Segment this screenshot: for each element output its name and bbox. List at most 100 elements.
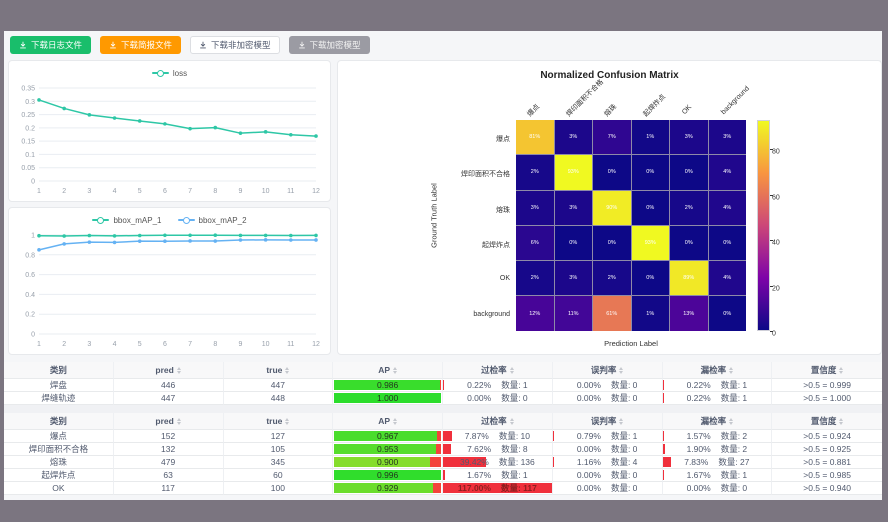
misjudge-rate-cell: 0.00%数量: 0 (553, 443, 663, 456)
column-header-误判率[interactable]: 误判率 (553, 413, 663, 430)
sort-caret-icon[interactable] (285, 416, 289, 427)
misjudge-rate-cell: 0.00%数量: 0 (553, 469, 663, 482)
svg-text:3: 3 (87, 341, 91, 348)
class-name-cell: 焊缝轨迹 (4, 392, 114, 405)
overkill-rate-cell: 0.22%数量: 1 (443, 379, 553, 392)
svg-text:0.3: 0.3 (25, 99, 35, 106)
column-header-pred[interactable]: pred (114, 413, 224, 430)
rate-count: 数量: 117 (501, 482, 537, 494)
sort-caret-icon[interactable] (393, 365, 397, 376)
ap-cell: 0.986 (333, 379, 443, 392)
table-row: OK1171000.929117.00%数量: 1170.00%数量: 00.0… (4, 482, 882, 495)
download-button-0[interactable]: 下载日志文件 (10, 36, 91, 54)
loss-chart-card: loss 00.050.10.150.20.250.30.35123456789… (8, 60, 331, 202)
loss-chart: 00.050.10.150.20.250.30.3512345678910111… (9, 82, 328, 197)
download-button-2[interactable]: 下载非加密模型 (190, 36, 280, 54)
confidence-cell: >0.5 = 0.940 (772, 482, 882, 495)
column-header-label: 漏检率 (701, 415, 727, 427)
true-count-cell: 105 (224, 443, 334, 456)
sort-caret-icon[interactable] (619, 416, 623, 427)
column-header-置信度[interactable]: 置信度 (772, 413, 882, 430)
rate-count: 数量: 0 (501, 392, 527, 404)
svg-text:6: 6 (163, 188, 167, 195)
column-header-漏检率[interactable]: 漏检率 (663, 413, 773, 430)
column-header-label: AP (378, 365, 390, 375)
ap-value: 0.986 (377, 380, 398, 390)
true-count-cell: 60 (224, 469, 334, 482)
column-header-类别: 类别 (4, 413, 114, 430)
column-header-label: 漏检率 (701, 364, 727, 376)
column-header-label: 误判率 (591, 415, 617, 427)
column-header-label: 误判率 (591, 364, 617, 376)
rate-value: 0.22% (687, 380, 711, 390)
column-header-label: pred (155, 416, 173, 426)
svg-text:0.05: 0.05 (21, 165, 35, 172)
overkill-rate-cell: 0.00%数量: 0 (443, 392, 553, 405)
column-header-AP[interactable]: AP (333, 362, 443, 379)
sort-caret-icon[interactable] (285, 365, 289, 376)
ap-cell: 1.000 (333, 392, 443, 405)
sort-caret-icon[interactable] (510, 365, 514, 376)
sort-caret-icon[interactable] (177, 416, 181, 427)
metrics-table-0: 类别predtrueAP过检率误判率漏检率置信度焊盘4464470.9860.2… (4, 362, 882, 405)
rate-count: 数量: 0 (611, 379, 637, 391)
overkill-rate-bar (443, 444, 451, 454)
ap-cell: 0.967 (333, 430, 443, 443)
svg-text:4: 4 (113, 341, 117, 348)
svg-text:3: 3 (87, 188, 91, 195)
true-count-cell: 127 (224, 430, 334, 443)
sort-caret-icon[interactable] (510, 416, 514, 427)
matrix-cell: 2% (593, 261, 631, 295)
download-icon (19, 41, 27, 49)
ap-cell: 0.996 (333, 469, 443, 482)
sort-caret-icon[interactable] (393, 416, 397, 427)
svg-text:10: 10 (262, 188, 270, 195)
pred-count-cell: 446 (114, 379, 224, 392)
column-header-true[interactable]: true (224, 413, 334, 430)
legend-item-loss[interactable]: loss (152, 69, 187, 78)
matrix-cell: 11% (555, 296, 593, 330)
svg-text:0.1: 0.1 (25, 152, 35, 159)
sort-caret-icon[interactable] (729, 416, 733, 427)
miss-rate-cell: 1.90%数量: 2 (663, 443, 773, 456)
matrix-row-label: 熔珠 (388, 205, 510, 215)
sort-caret-icon[interactable] (729, 365, 733, 376)
confusion-matrix-grid: 81%3%7%1%3%3%2%93%0%0%0%4%3%3%90%0%2%4%6… (516, 120, 746, 331)
matrix-cell: 0% (632, 155, 670, 189)
true-count-cell: 447 (224, 379, 334, 392)
sort-caret-icon[interactable] (839, 365, 843, 376)
column-header-AP[interactable]: AP (333, 413, 443, 430)
column-header-true[interactable]: true (224, 362, 334, 379)
download-button-3[interactable]: 下载加密模型 (289, 36, 370, 54)
column-header-过检率[interactable]: 过检率 (443, 362, 553, 379)
legend-item-bbox_mAP_1[interactable]: bbox_mAP_1 (92, 216, 161, 225)
legend-item-bbox_mAP_2[interactable]: bbox_mAP_2 (178, 216, 247, 225)
column-header-置信度[interactable]: 置信度 (772, 362, 882, 379)
sort-caret-icon[interactable] (619, 365, 623, 376)
column-header-过检率[interactable]: 过检率 (443, 413, 553, 430)
misjudge-rate-bar (553, 457, 554, 467)
download-button-1[interactable]: 下载简报文件 (100, 36, 181, 54)
column-header-label: true (266, 416, 282, 426)
rate-value: 7.83% (684, 457, 708, 467)
table-row: 爆点1521270.9677.87%数量: 100.79%数量: 11.57%数… (4, 430, 882, 443)
column-header-漏检率[interactable]: 漏检率 (663, 362, 773, 379)
pred-count-cell: 63 (114, 469, 224, 482)
matrix-cell: 0% (632, 261, 670, 295)
rate-count: 数量: 8 (501, 443, 527, 455)
colorbar-tick-label: 80 (772, 149, 780, 156)
matrix-cell: 0% (709, 296, 747, 330)
svg-text:11: 11 (287, 188, 294, 195)
column-header-pred[interactable]: pred (114, 362, 224, 379)
svg-text:6: 6 (163, 341, 167, 348)
rate-value: 1.67% (467, 470, 491, 480)
column-header-label: 置信度 (811, 364, 837, 376)
column-header-label: AP (378, 416, 390, 426)
class-name-cell: 起焊炸点 (4, 469, 114, 482)
svg-text:0.25: 0.25 (21, 112, 35, 119)
matrix-cell: 2% (516, 261, 554, 295)
sort-caret-icon[interactable] (839, 416, 843, 427)
column-header-误判率[interactable]: 误判率 (553, 362, 663, 379)
legend-label: loss (173, 69, 187, 78)
sort-caret-icon[interactable] (177, 365, 181, 376)
